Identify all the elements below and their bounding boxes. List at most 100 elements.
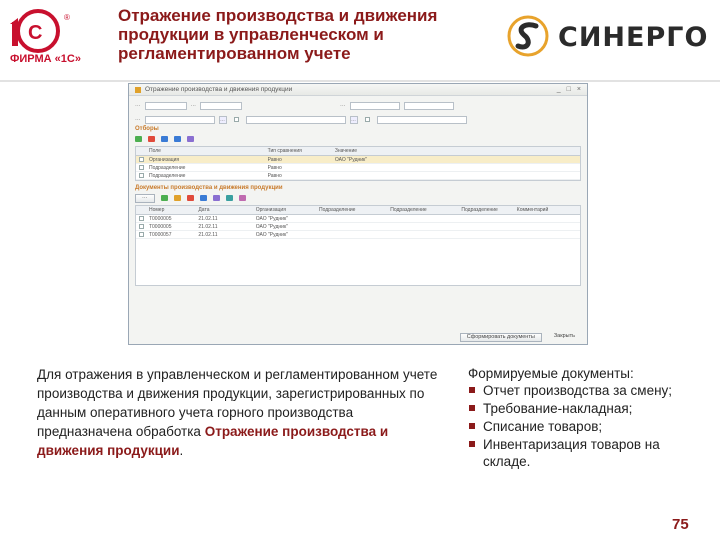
table-row[interactable]: Т0000005 21.02.11 ОАО "Рудник" xyxy=(136,223,580,231)
table-row[interactable]: Т0000005 21.02.11 ОАО "Рудник" xyxy=(136,215,580,223)
col-division-3: Подразделение xyxy=(461,207,498,213)
delete-icon[interactable] xyxy=(148,136,155,142)
logo-1c-caption: ФИРМА «1С» xyxy=(10,53,81,65)
slide-header: С ® ФИРМА «1С» Отражение производства и … xyxy=(0,0,720,82)
col-comment: Комментарий xyxy=(516,207,549,213)
generated-documents-heading: Формируемые документы: xyxy=(468,366,634,381)
form-documents-button[interactable]: Сформировать документы xyxy=(459,333,542,342)
close-button[interactable]: Закрыть xyxy=(548,333,581,342)
page-title: Отражение производства и движения продук… xyxy=(118,6,438,63)
date2-to-field[interactable] xyxy=(403,101,454,110)
row-cell: ОАО "Рудник" xyxy=(255,215,288,222)
date2-from-field[interactable] xyxy=(349,101,400,110)
svg-text:®: ® xyxy=(64,13,70,22)
description-text: Для отражения в управленческом и регламе… xyxy=(37,365,447,460)
table-row[interactable]: Организация Равно ОАО "Рудник" xyxy=(136,156,580,164)
docs-toolbar: ··· xyxy=(129,193,587,203)
table-empty-area xyxy=(136,239,580,285)
option2-field[interactable] xyxy=(245,115,346,124)
delete-icon[interactable] xyxy=(186,195,194,201)
post-icon[interactable] xyxy=(238,195,246,201)
row-checkbox[interactable] xyxy=(139,165,144,170)
options-row: ··· … … xyxy=(129,110,587,124)
row-cell: Подразделение xyxy=(148,172,186,179)
filters-section-title: Отборы xyxy=(135,126,159,132)
window-app-icon xyxy=(135,86,141,93)
list-item: Списание товаров; xyxy=(468,418,708,435)
col-field: Поле xyxy=(148,148,161,154)
sinergo-wordmark: СИНЕРГО xyxy=(558,22,709,53)
row-cell: Подразделение xyxy=(148,164,186,171)
period-sep: ··· xyxy=(190,102,197,109)
refresh-icon[interactable] xyxy=(199,195,207,201)
row-cell: ОАО "Рудник" xyxy=(255,231,288,238)
window-controls: _ □ × xyxy=(557,86,587,93)
add-icon[interactable] xyxy=(135,136,142,142)
row-checkbox[interactable] xyxy=(139,173,144,178)
option3-checkbox[interactable] xyxy=(364,117,370,122)
row-cell: Равно xyxy=(267,172,282,179)
col-compare: Тип сравнения xyxy=(267,148,302,154)
move-up-icon[interactable] xyxy=(161,136,168,142)
header-divider xyxy=(0,80,720,82)
option3-field[interactable] xyxy=(376,115,467,124)
row-cell: 21.02.11 xyxy=(198,231,218,238)
window-titlebar: Отражение производства и движения продук… xyxy=(129,84,587,96)
sinergo-s-icon xyxy=(507,15,549,57)
minimize-icon[interactable]: _ xyxy=(557,86,561,93)
col-value: Значение xyxy=(334,148,358,154)
col-division-2: Подразделение xyxy=(390,207,427,213)
col-organization: Организация xyxy=(255,207,286,213)
row-checkbox[interactable] xyxy=(139,224,144,229)
option1-field[interactable] xyxy=(144,115,215,124)
table-row[interactable]: Т0000057 21.02.11 ОАО "Рудник" xyxy=(136,231,580,239)
row-cell: 21.02.11 xyxy=(198,223,218,230)
col-division-1: Подразделение xyxy=(319,207,356,213)
documents-table-header: Номер Дата Организация Подразделение Под… xyxy=(136,206,580,215)
svg-text:С: С xyxy=(28,22,42,44)
filters-table-header: Поле Тип сравнения Значение xyxy=(136,147,580,156)
description-end: . xyxy=(179,443,184,458)
actions-menu-button[interactable]: ··· xyxy=(135,193,155,203)
documents-table: Номер Дата Организация Подразделение Под… xyxy=(135,205,581,286)
list-item: Требование-накладная; xyxy=(468,400,708,417)
fill-icon[interactable] xyxy=(225,195,233,201)
bullet-icon xyxy=(469,405,475,411)
date-from-field[interactable] xyxy=(144,101,187,110)
docs-section-title: Документы производства и движения продук… xyxy=(135,185,283,191)
list-item-text: Требование-накладная; xyxy=(483,401,633,416)
row-cell: 21.02.11 xyxy=(198,215,218,222)
option1-select-button[interactable]: … xyxy=(218,115,227,124)
option1-label: ··· xyxy=(135,116,141,123)
bullet-icon xyxy=(469,423,475,429)
row-checkbox[interactable] xyxy=(139,157,144,162)
table-row[interactable]: Подразделение Равно xyxy=(136,164,580,172)
move-down-icon[interactable] xyxy=(174,136,181,142)
bullet-icon xyxy=(469,387,475,393)
row-cell: Равно xyxy=(267,164,282,171)
add-icon[interactable] xyxy=(160,195,168,201)
row-checkbox[interactable] xyxy=(139,216,144,221)
period-label: ··· xyxy=(135,102,141,109)
row-checkbox[interactable] xyxy=(139,232,144,237)
date-to-field[interactable] xyxy=(200,101,242,110)
filter-icon[interactable] xyxy=(212,195,220,201)
option2-checkbox[interactable] xyxy=(233,117,239,122)
row-cell: Т0000057 xyxy=(148,231,172,238)
app-window-screenshot: Отражение производства и движения продук… xyxy=(128,83,588,345)
maximize-icon[interactable]: □ xyxy=(567,86,571,93)
window-footer: Сформировать документы Закрыть xyxy=(129,331,587,344)
window-title: Отражение производства и движения продук… xyxy=(145,86,293,93)
table-row[interactable]: Подразделение Равно xyxy=(136,172,580,180)
option2-select-button[interactable]: … xyxy=(349,115,358,124)
period-row: ··· ··· ··· xyxy=(129,96,587,110)
edit-icon[interactable] xyxy=(173,195,181,201)
close-icon[interactable]: × xyxy=(577,86,581,93)
col-number: Номер xyxy=(148,207,165,213)
filters-toolbar xyxy=(129,134,587,144)
list-item-text: Списание товаров; xyxy=(483,419,603,434)
row-cell: ОАО "Рудник" xyxy=(334,156,368,163)
bullet-icon xyxy=(469,441,475,447)
settings-icon[interactable] xyxy=(187,136,194,142)
logo-1c-icon: С ® xyxy=(10,9,70,53)
